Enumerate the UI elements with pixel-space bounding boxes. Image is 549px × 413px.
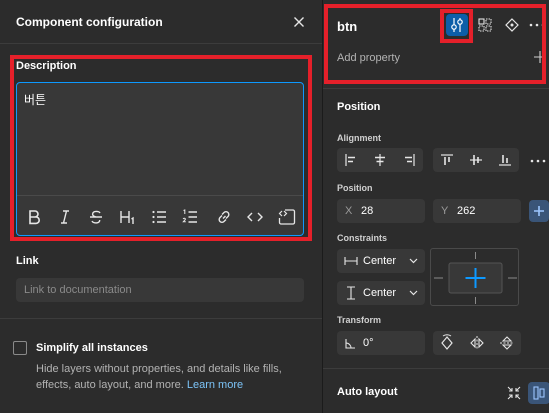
y-value[interactable]: 262 xyxy=(457,205,475,217)
align-middle-icon[interactable] xyxy=(464,148,488,172)
horizontal-constraint-icon xyxy=(344,257,358,265)
constraints-label: Constraints xyxy=(337,233,388,243)
align-left-icon[interactable] xyxy=(339,148,363,172)
layer-name: btn xyxy=(337,19,358,34)
code-block-icon[interactable] xyxy=(276,206,298,228)
constraints-widget[interactable] xyxy=(430,248,519,306)
horizontal-alignment-group xyxy=(337,148,423,172)
horizontal-constraint-select[interactable]: Center xyxy=(337,249,425,273)
x-position-field[interactable]: X 28 xyxy=(337,199,425,223)
simplify-help-body: Hide layers without properties, and deta… xyxy=(36,363,282,391)
instance-grid-icon[interactable] xyxy=(474,14,496,36)
dialog-header: Component configuration xyxy=(0,0,322,44)
link-icon[interactable] xyxy=(213,206,235,228)
chevron-down-icon xyxy=(409,290,418,296)
description-text[interactable]: 버튼 xyxy=(24,91,46,108)
properties-panel: btn Add property Position Alignment Posi… xyxy=(322,0,549,413)
add-property-label[interactable]: Add property xyxy=(337,52,400,64)
position-label: Position xyxy=(337,183,373,193)
close-icon[interactable] xyxy=(290,13,308,31)
link-input[interactable] xyxy=(16,278,304,302)
position-section-title: Position xyxy=(337,101,381,113)
link-label: Link xyxy=(16,255,39,267)
y-prefix: Y xyxy=(441,205,449,217)
description-label: Description xyxy=(16,60,77,72)
strikethrough-icon[interactable] xyxy=(85,206,107,228)
component-properties-icon[interactable] xyxy=(446,14,468,36)
vertical-constraint-select[interactable]: Center xyxy=(337,281,425,305)
flip-vertical-icon[interactable] xyxy=(495,331,519,355)
rotation-field[interactable]: 0° xyxy=(337,331,425,355)
simplify-instances-label: Simplify all instances xyxy=(36,342,148,354)
simplify-instances-checkbox[interactable] xyxy=(13,341,27,355)
variant-diamond-icon[interactable] xyxy=(501,14,523,36)
learn-more-link[interactable]: Learn more xyxy=(187,379,243,391)
vertical-constraint-icon xyxy=(347,286,355,300)
rotate-icon[interactable] xyxy=(435,331,459,355)
align-top-icon[interactable] xyxy=(435,148,459,172)
alignment-label: Alignment xyxy=(337,133,381,143)
flip-horizontal-icon[interactable] xyxy=(465,331,489,355)
vertical-constraint-value: Center xyxy=(363,287,397,299)
numbered-list-icon[interactable] xyxy=(179,206,201,228)
vertical-alignment-group xyxy=(433,148,519,172)
more-icon[interactable] xyxy=(526,14,548,36)
align-right-icon[interactable] xyxy=(397,148,421,172)
divider xyxy=(0,318,322,319)
code-icon[interactable] xyxy=(244,206,266,228)
align-center-h-icon[interactable] xyxy=(368,148,392,172)
bold-icon[interactable] xyxy=(23,206,45,228)
heading-icon[interactable] xyxy=(116,206,138,228)
rotation-value[interactable]: 0° xyxy=(363,337,374,349)
more-alignment-icon[interactable] xyxy=(528,150,549,172)
simplify-help-text: Hide layers without properties, and deta… xyxy=(36,361,311,393)
transform-buttons-group xyxy=(433,331,521,355)
component-configuration-dialog: Component configuration Description 버튼 L… xyxy=(0,0,322,413)
bulleted-list-icon[interactable] xyxy=(148,206,170,228)
x-value[interactable]: 28 xyxy=(361,205,373,217)
position-plus-icon[interactable] xyxy=(529,200,549,222)
chevron-down-icon xyxy=(409,258,418,264)
dialog-title: Component configuration xyxy=(16,15,163,29)
auto-layout-section-title: Auto layout xyxy=(337,386,398,398)
align-bottom-icon[interactable] xyxy=(493,148,517,172)
description-toolbar xyxy=(17,195,303,235)
auto-layout-toggle-icon[interactable] xyxy=(528,382,549,404)
auto-layout-collapse-icon[interactable] xyxy=(503,382,525,404)
horizontal-constraint-value: Center xyxy=(363,255,397,267)
divider xyxy=(323,368,549,369)
add-property-plus-icon[interactable] xyxy=(533,50,547,64)
x-prefix: X xyxy=(345,205,353,217)
description-editor[interactable]: 버튼 xyxy=(16,82,304,236)
transform-label: Transform xyxy=(337,315,382,325)
rotation-icon xyxy=(345,339,355,349)
y-position-field[interactable]: Y 262 xyxy=(433,199,521,223)
divider xyxy=(323,88,549,89)
italic-icon[interactable] xyxy=(54,206,76,228)
